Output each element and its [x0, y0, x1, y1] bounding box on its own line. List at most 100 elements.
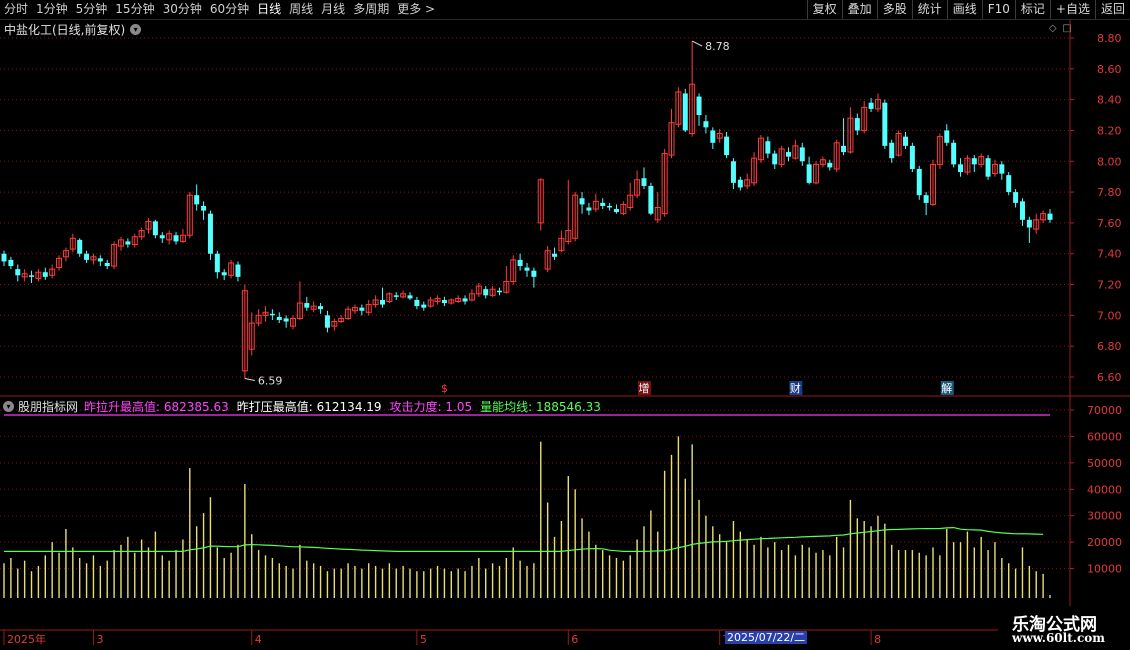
candle-body: [276, 316, 282, 320]
candle-body: [97, 258, 103, 262]
candle-body: [607, 205, 613, 208]
price-tick-label: 7.80: [1097, 186, 1122, 199]
candle-body: [579, 198, 585, 205]
candle-body: [923, 195, 929, 203]
price-tick-label: 8.00: [1097, 155, 1122, 168]
date-label: 2025年: [7, 632, 46, 646]
candle-body: [77, 239, 83, 254]
volume-tick-label: 60000: [1087, 430, 1122, 443]
date-label: 4: [255, 633, 262, 646]
candle-body: [586, 207, 592, 211]
min-pointer: [244, 378, 255, 382]
candle-body: [207, 213, 213, 254]
candle-body: [648, 185, 654, 214]
price-tick-label: 8.60: [1097, 63, 1122, 76]
candle-body: [269, 313, 275, 316]
indicator-item-3: 量能均线: 188546.33: [480, 399, 601, 414]
candle-body: [159, 235, 165, 239]
candle-body: [902, 136, 908, 146]
event-marker: 解: [941, 381, 952, 395]
candle-body: [441, 299, 447, 304]
candle-body: [765, 141, 771, 154]
date-label: 5: [420, 633, 427, 646]
candle-body: [379, 299, 385, 305]
candle-body: [359, 307, 365, 311]
candle-body: [772, 153, 778, 165]
volume-ma-line: [4, 526, 1044, 553]
candle-body: [854, 118, 860, 131]
volume-tick-label: 10000: [1087, 563, 1122, 576]
price-tick-label: 8.20: [1097, 124, 1122, 137]
candle-body: [173, 235, 179, 242]
date-label: 6: [571, 633, 578, 646]
candle-body: [84, 253, 90, 260]
price-tick-label: 6.80: [1097, 340, 1122, 353]
candle-body: [958, 164, 964, 173]
indicator-header: ▾ 股朋指标网 昨拉升最高值: 682385.63 昨打压最高值: 612134.…: [0, 398, 609, 414]
candle-body: [889, 142, 895, 159]
volume-tick-label: 30000: [1087, 510, 1122, 523]
candle-body: [724, 136, 730, 156]
indicator-item-1: 昨打压最高值: 612134.19: [236, 399, 382, 414]
indicator-item-2: 攻击力度: 1.05: [389, 399, 473, 414]
indicator-name: 股朋指标网: [18, 399, 79, 414]
indicator-item-0: 昨拉升最高值: 682385.63: [84, 399, 229, 414]
price-tick-label: 8.40: [1097, 94, 1122, 107]
candle-body: [496, 290, 502, 293]
candle-body: [42, 272, 48, 277]
candle-body: [214, 253, 220, 273]
candle-body: [8, 259, 14, 267]
candle-body: [304, 303, 310, 308]
candle-body: [1006, 175, 1012, 193]
price-tick-label: 7.20: [1097, 279, 1122, 292]
price-chart: 8.80 8.60 8.40 8.20 8.00 7.80 7.60 7.40 7.20 7.00…: [0, 20, 1130, 646]
indicator-dropdown-icon[interactable]: ▾: [3, 400, 14, 412]
candle-body: [407, 295, 413, 299]
price-tick-label: 7.00: [1097, 309, 1122, 322]
candle-body: [799, 147, 805, 162]
date-label: 8: [874, 633, 881, 646]
candle-body: [152, 221, 158, 236]
candle-body: [710, 130, 716, 143]
candle-body: [682, 93, 688, 131]
volume-tick-label: 50000: [1087, 457, 1122, 470]
candle-body: [985, 158, 991, 177]
candle-body: [221, 272, 227, 276]
candle-body: [613, 209, 619, 213]
candle-body: [1013, 192, 1019, 203]
candle-body: [517, 259, 523, 267]
candle-body: [999, 164, 1005, 174]
price-tick-label: 7.60: [1097, 217, 1122, 230]
selected-date: 2025/07/22/二: [725, 631, 808, 644]
date-label: 3: [96, 633, 103, 646]
price-tick-label: 6.60: [1097, 371, 1122, 384]
max-pointer: [691, 40, 703, 47]
candle-body: [944, 130, 950, 143]
event-marker: $: [441, 382, 448, 395]
price-tick-label: 7.40: [1097, 248, 1122, 261]
watermark-url: www.60lt.com: [1012, 631, 1105, 645]
volume-tick-label: 40000: [1087, 483, 1122, 496]
candle-body: [283, 318, 289, 322]
candle-body: [951, 142, 957, 165]
candle-body: [29, 275, 35, 277]
candle-body: [909, 145, 915, 169]
candle-body: [737, 179, 743, 188]
volume-tick-label: 20000: [1087, 536, 1122, 549]
candle-body: [552, 253, 558, 257]
candle-body: [235, 264, 241, 277]
candle-body: [531, 270, 537, 277]
max-price-label: 8.78: [705, 40, 730, 53]
candle-body: [868, 102, 874, 109]
price-tick-label: 8.80: [1097, 32, 1122, 45]
candle-body: [696, 96, 702, 116]
candle-body: [1019, 201, 1025, 220]
candle-body: [194, 195, 200, 205]
candle-body: [462, 298, 468, 302]
candle-body: [104, 262, 110, 267]
min-price-label: 6.59: [258, 375, 283, 388]
candle-body: [318, 306, 324, 310]
candle-body: [1, 253, 7, 262]
volume-tick-label: 70000: [1087, 404, 1122, 417]
candle-body: [971, 158, 977, 165]
